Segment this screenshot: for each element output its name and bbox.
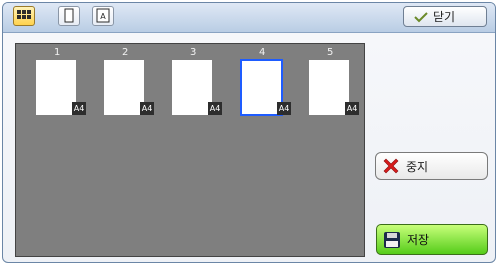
stop-button-label: 중지 — [406, 159, 429, 174]
paper-size-badge: A4 — [72, 102, 86, 115]
page-icon — [64, 8, 74, 23]
close-button-label: 닫기 — [433, 10, 456, 24]
text-view-button[interactable]: A — [92, 6, 114, 26]
page-thumbnail[interactable] — [172, 60, 212, 115]
paper-size-badge: A4 — [140, 102, 154, 115]
page-number: 5 — [327, 47, 334, 58]
floppy-disk-icon — [384, 231, 400, 248]
svg-text:A: A — [100, 12, 106, 21]
save-button[interactable]: 저장 — [376, 224, 488, 255]
page-thumbnail[interactable] — [309, 60, 349, 115]
page-thumbnail[interactable] — [36, 60, 76, 115]
save-button-label: 저장 — [407, 233, 430, 247]
close-button[interactable]: 닫기 — [403, 6, 487, 27]
stop-x-icon — [383, 158, 399, 174]
page-thumbnail[interactable] — [104, 60, 144, 115]
grid-view-button[interactable] — [13, 6, 35, 26]
checkmark-icon — [414, 11, 428, 22]
single-page-view-button[interactable] — [58, 6, 80, 26]
paper-size-badge: A4 — [277, 102, 291, 115]
text-page-icon: A — [96, 8, 110, 23]
page-number: 3 — [190, 47, 197, 58]
page-number: 2 — [122, 47, 129, 58]
stop-button[interactable]: 중지 — [375, 152, 488, 180]
page-number: 4 — [259, 47, 266, 58]
top-toolbar: A 닫기 — [3, 3, 495, 33]
paper-size-badge: A4 — [208, 102, 222, 115]
grid-view-icon — [17, 10, 31, 19]
preview-dialog: A 닫기 1 A4 2 A4 3 A4 4 A4 5 A4 중지 저장 — [2, 2, 496, 263]
page-number: 1 — [54, 47, 61, 58]
paper-size-badge: A4 — [345, 102, 359, 115]
page-preview-panel: 1 A4 2 A4 3 A4 4 A4 5 A4 — [15, 43, 365, 257]
